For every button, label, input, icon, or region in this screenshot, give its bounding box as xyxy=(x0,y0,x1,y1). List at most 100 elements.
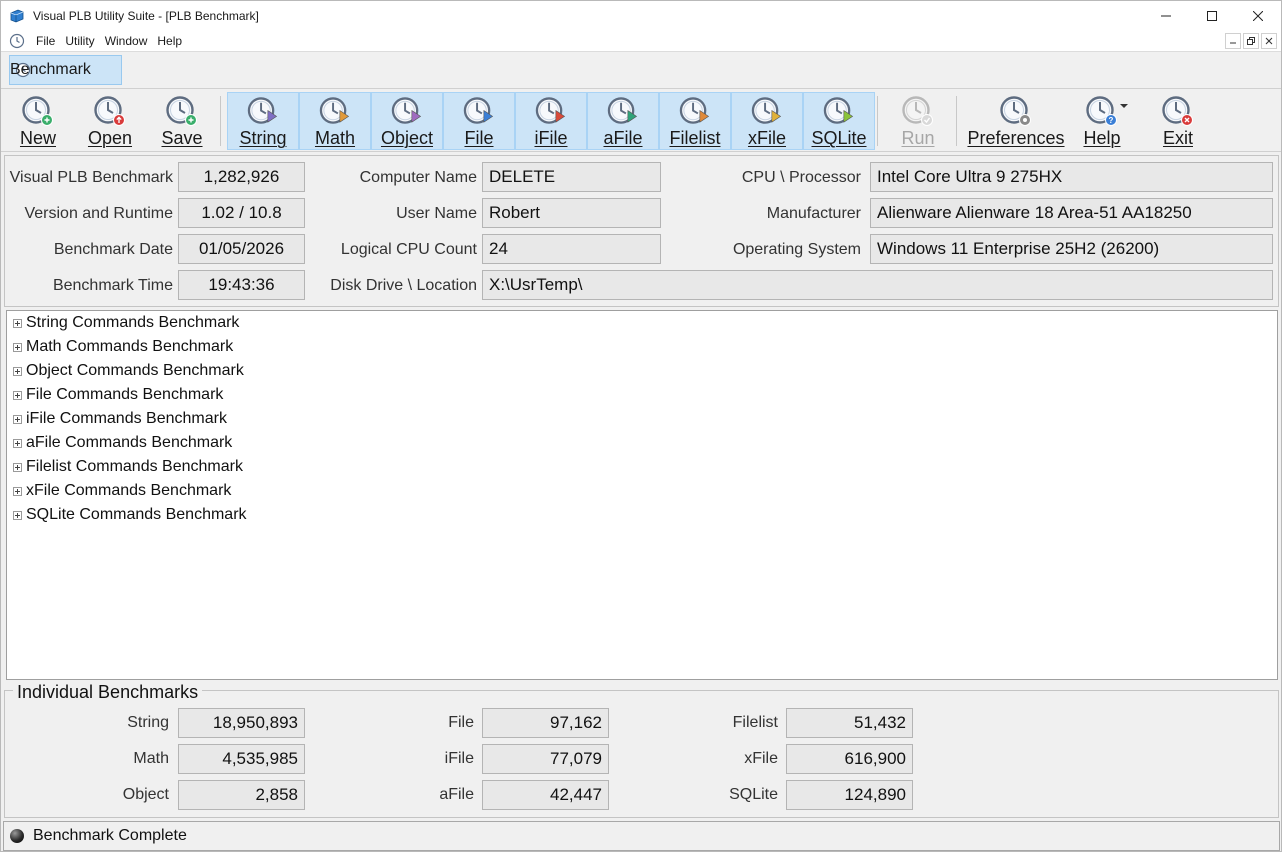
result-sqlite-label: SQLite xyxy=(729,786,778,803)
toolbar-button-label: Preferences xyxy=(967,128,1065,148)
result-filelist-value: 51,432 xyxy=(786,708,913,738)
toolbar: New Open Save String Math Object File iFile aFil… xyxy=(1,90,1281,152)
disk-location-label: Disk Drive \ Location xyxy=(330,277,477,294)
menu-window[interactable]: Window xyxy=(102,34,155,48)
tree-item-label: iFile Commands Benchmark xyxy=(26,410,227,427)
title-bar: Visual PLB Utility Suite - [PLB Benchmar… xyxy=(1,1,1281,31)
result-file-value: 97,162 xyxy=(482,708,609,738)
clock-flag-icon xyxy=(319,97,350,124)
object-toolbar-button[interactable]: Object xyxy=(371,92,443,150)
clock-flag-icon xyxy=(391,97,422,124)
cpu-processor-label: CPU \ Processor xyxy=(741,169,861,186)
clock-flag-icon xyxy=(607,97,638,124)
result-string-value: 18,950,893 xyxy=(178,708,305,738)
tree-item-file[interactable]: File Commands Benchmark xyxy=(13,383,223,407)
new-toolbar-button[interactable]: New xyxy=(2,92,74,150)
result-ifile-value: 77,079 xyxy=(482,744,609,774)
cpu-processor-value: Intel Core Ultra 9 275HX xyxy=(870,162,1273,192)
expand-icon[interactable] xyxy=(13,414,22,424)
toolbar-button-label: String xyxy=(239,128,287,148)
benchmark-time-label: Benchmark Time xyxy=(52,277,173,294)
xfile-toolbar-button[interactable]: xFile xyxy=(731,92,803,150)
toolbar-separator xyxy=(877,96,878,146)
menu-file[interactable]: File xyxy=(33,34,62,48)
operating-system-value: Windows 11 Enterprise 25H2 (26200) xyxy=(870,234,1273,264)
result-sqlite-value: 124,890 xyxy=(786,780,913,810)
clock-flag-icon xyxy=(247,97,278,124)
string-toolbar-button[interactable]: String xyxy=(227,92,299,150)
clock-icon xyxy=(1162,96,1193,126)
clock-icon xyxy=(166,96,197,126)
user-name-label: User Name xyxy=(396,205,477,222)
tree-item-filelist[interactable]: Filelist Commands Benchmark xyxy=(13,455,243,479)
menu-utility[interactable]: Utility xyxy=(62,34,101,48)
toolbar-button-label: Exit xyxy=(1162,128,1193,148)
exit-toolbar-button[interactable]: Exit xyxy=(1142,92,1214,150)
tree-item-label: String Commands Benchmark xyxy=(26,314,240,331)
expand-icon[interactable] xyxy=(13,438,22,448)
benchmark-score-label: Visual PLB Benchmark xyxy=(9,169,173,186)
benchmark-tree[interactable]: String Commands Benchmark Math Commands … xyxy=(6,310,1278,680)
expand-icon[interactable] xyxy=(13,342,22,352)
expand-icon[interactable] xyxy=(13,390,22,400)
toolbar-separator xyxy=(956,96,957,146)
benchmark-time-value: 19:43:36 xyxy=(178,270,305,300)
save-toolbar-button[interactable]: Save xyxy=(146,92,218,150)
result-object-value: 2,858 xyxy=(178,780,305,810)
tree-item-ifile[interactable]: iFile Commands Benchmark xyxy=(13,407,227,431)
tree-item-object[interactable]: Object Commands Benchmark xyxy=(13,359,244,383)
version-label: Version and Runtime xyxy=(24,205,173,222)
mdi-minimize-button[interactable] xyxy=(1225,33,1241,49)
tree-item-afile[interactable]: aFile Commands Benchmark xyxy=(13,431,232,455)
mdi-close-button[interactable] xyxy=(1261,33,1277,49)
mdi-restore-button[interactable] xyxy=(1243,33,1259,49)
expand-icon[interactable] xyxy=(13,510,22,520)
minimize-icon xyxy=(1230,42,1236,44)
sqlite-toolbar-button[interactable]: SQLite xyxy=(803,92,875,150)
tree-item-math[interactable]: Math Commands Benchmark xyxy=(13,335,233,359)
minimize-button[interactable] xyxy=(1143,1,1189,31)
toolbar-button-label: iFile xyxy=(534,128,568,148)
run-toolbar-button[interactable]: Run xyxy=(882,92,954,150)
window-title: Visual PLB Utility Suite - [PLB Benchmar… xyxy=(33,9,259,23)
app-icon xyxy=(10,9,24,23)
tree-item-sqlite[interactable]: SQLite Commands Benchmark xyxy=(13,503,247,527)
help-toolbar-button[interactable]: ? Help xyxy=(1066,92,1138,150)
expand-icon[interactable] xyxy=(13,366,22,376)
ifile-toolbar-button[interactable]: iFile xyxy=(515,92,587,150)
expand-icon[interactable] xyxy=(13,318,22,328)
maximize-button[interactable] xyxy=(1189,1,1235,31)
dropdown-caret-icon[interactable] xyxy=(1120,104,1128,108)
minimize-icon xyxy=(1161,15,1171,17)
expand-icon[interactable] xyxy=(13,486,22,496)
preferences-toolbar-button[interactable]: Preferences xyxy=(966,92,1066,150)
clock-icon xyxy=(94,96,125,126)
expand-icon[interactable] xyxy=(13,462,22,472)
status-bar: Benchmark Complete xyxy=(3,821,1280,851)
toolbar-button-label: aFile xyxy=(603,128,643,148)
close-button[interactable] xyxy=(1235,1,1281,31)
tab-benchmark[interactable]: Benchmark xyxy=(9,55,122,85)
toolbar-button-label: Help xyxy=(1083,128,1121,148)
clock-flag-icon xyxy=(679,97,710,124)
math-toolbar-button[interactable]: Math xyxy=(299,92,371,150)
tree-item-xfile[interactable]: xFile Commands Benchmark xyxy=(13,479,231,503)
operating-system-label: Operating System xyxy=(732,241,861,258)
tree-item-label: Filelist Commands Benchmark xyxy=(26,458,243,475)
result-object-label: Object xyxy=(122,786,169,803)
toolbar-button-label: Filelist xyxy=(669,128,721,148)
afile-toolbar-button[interactable]: aFile xyxy=(587,92,659,150)
open-toolbar-button[interactable]: Open xyxy=(74,92,146,150)
result-math-value: 4,535,985 xyxy=(178,744,305,774)
menu-help[interactable]: Help xyxy=(154,34,189,48)
file-toolbar-button[interactable]: File xyxy=(443,92,515,150)
toolbar-button-label: Object xyxy=(380,128,434,148)
close-icon xyxy=(1253,11,1263,21)
filelist-toolbar-button[interactable]: Filelist xyxy=(659,92,731,150)
toolbar-button-label: File xyxy=(464,128,494,148)
toolbar-button-label: xFile xyxy=(747,128,786,148)
result-file-label: File xyxy=(448,714,474,731)
tree-item-string[interactable]: String Commands Benchmark xyxy=(13,311,239,335)
svg-text:?: ? xyxy=(1109,116,1114,125)
version-value: 1.02 / 10.8 xyxy=(178,198,305,228)
